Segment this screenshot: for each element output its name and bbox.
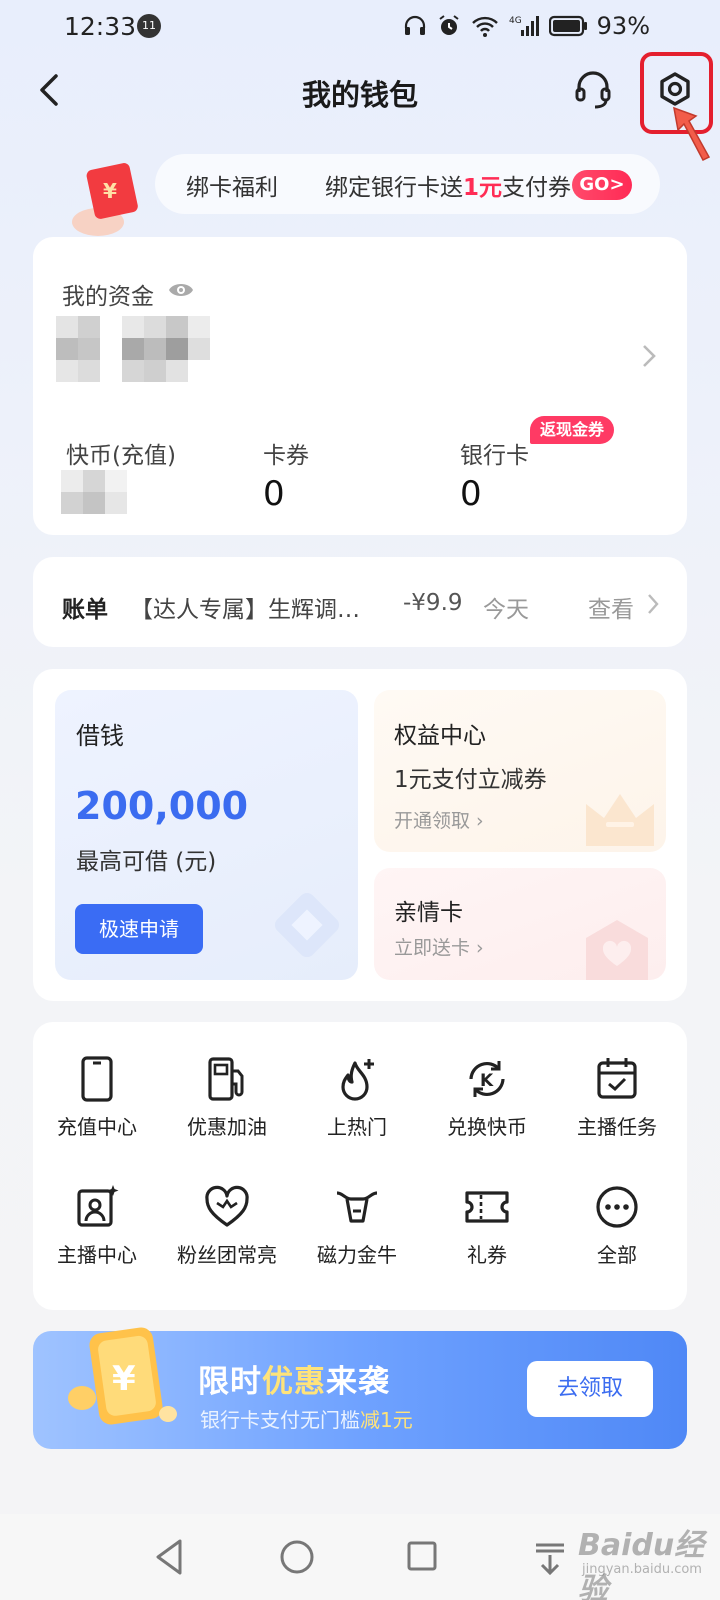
service-all[interactable]: 全部 [552, 1183, 682, 1268]
service-streamer-center[interactable]: 主播中心 [32, 1183, 162, 1268]
family-card-link[interactable]: 立即送卡 › [394, 933, 484, 960]
bank-card-label[interactable]: 银行卡 [460, 436, 529, 470]
loan-title: 借钱 [76, 722, 124, 750]
loan-apply-button[interactable]: 极速申请 [75, 904, 203, 954]
headphones-icon [404, 15, 425, 35]
coupon-label[interactable]: 卡券 [263, 436, 309, 470]
benefit-title: 权益中心 [394, 723, 486, 749]
svg-text:K: K [480, 1071, 494, 1091]
assets-label: 我的资金 [62, 284, 154, 310]
coupon-value: 0 [263, 474, 285, 514]
service-label: 主播任务 [577, 1115, 657, 1139]
bill-description: 【达人专属】生辉调… [130, 597, 360, 623]
service-label: 兑换快币 [447, 1115, 527, 1139]
promo-text-highlight: 1元 [463, 175, 503, 201]
svg-text:¥: ¥ [112, 1359, 136, 1399]
bull-icon [336, 1191, 378, 1223]
service-magnetic-bull[interactable]: 磁力金牛 [292, 1183, 422, 1268]
alarm-icon [439, 15, 459, 35]
system-recents-icon[interactable] [405, 1539, 439, 1573]
bank-card-value: 0 [460, 474, 482, 514]
customer-service-icon[interactable] [572, 68, 614, 112]
banner-title: 限时优惠来袭 [198, 1356, 390, 1401]
streamer-profile-icon [77, 1185, 119, 1227]
gift-heart-decoration-icon [586, 920, 648, 980]
promo-label: 绑卡福利 [186, 175, 278, 201]
watermark-url: jingyan.baidu.com [582, 1562, 702, 1577]
cashback-badge: 返现金券 [530, 416, 615, 444]
service-fan-club[interactable]: 粉丝团常亮 [162, 1183, 292, 1268]
svg-text:¥: ¥ [103, 179, 117, 203]
promo-go-button[interactable]: GO> [572, 170, 632, 200]
coin-exchange-icon: K [469, 1061, 505, 1097]
service-recharge-center[interactable]: 充值中心 [32, 1055, 162, 1140]
banner-title-b: 来袭 [326, 1364, 390, 1400]
flame-plus-icon [341, 1059, 374, 1101]
service-exchange-kuaibi[interactable]: K 兑换快币 [422, 1055, 552, 1140]
banner-subtitle: 银行卡支付无门槛减1元 [200, 1404, 413, 1433]
loan-caption: 最高可借 (元) [76, 849, 217, 875]
benefit-link[interactable]: 开通领取 › [394, 806, 484, 833]
battery-icon [548, 15, 587, 37]
heart-icon [205, 1185, 249, 1227]
family-card-title: 亲情卡 [394, 900, 463, 926]
calendar-check-icon [597, 1058, 637, 1099]
chevron-right-icon[interactable] [640, 342, 658, 370]
system-dropdown-icon[interactable] [530, 1537, 570, 1577]
service-label: 上热门 [327, 1115, 387, 1139]
svg-text:4G: 4G [509, 16, 522, 26]
signal-icon: 4G [509, 16, 539, 36]
wifi-icon [471, 16, 498, 37]
banner-sub-a: 银行卡支付无门槛 [200, 1408, 360, 1432]
kuaibi-amount-masked [61, 470, 127, 514]
status-time: 12:33 [64, 12, 137, 41]
coupon-coin-icon: ¥ [68, 1327, 177, 1425]
battery-percent: 93% [596, 12, 650, 40]
assets-amount-masked [56, 316, 210, 382]
ticket-icon [465, 1191, 509, 1223]
kuaibi-label[interactable]: 快币(充值) [66, 436, 176, 470]
service-trending[interactable]: 上热门 [292, 1055, 422, 1140]
benefit-description: 1元支付立减券 [394, 767, 547, 793]
banner-title-a: 限时 [198, 1364, 262, 1400]
service-gift-coupon[interactable]: 礼券 [422, 1183, 552, 1268]
service-label: 主播中心 [57, 1243, 137, 1267]
pointer-arrow-icon [673, 106, 711, 161]
system-back-icon[interactable] [152, 1537, 186, 1577]
service-streamer-tasks[interactable]: 主播任务 [552, 1055, 682, 1140]
fuel-pump-icon [208, 1057, 244, 1101]
phone-icon [81, 1056, 113, 1102]
promo-text-prefix: 绑定银行卡送 [325, 175, 463, 201]
diamond-decoration-icon [274, 892, 340, 958]
claim-button[interactable]: 去领取 [527, 1361, 653, 1417]
crown-decoration-icon [586, 794, 654, 846]
service-label: 全部 [597, 1243, 637, 1267]
service-label: 粉丝团常亮 [177, 1243, 277, 1267]
eye-icon[interactable] [168, 279, 194, 301]
status-notification-badge: 11 [137, 14, 161, 38]
bill-label: 账单 [62, 597, 108, 623]
bill-view-link[interactable]: 查看 [588, 590, 634, 624]
promo-text: 绑定银行卡送1元支付券 [325, 168, 575, 202]
bill-date: 今天 [483, 597, 529, 623]
more-dots-icon [596, 1186, 638, 1228]
bill-amount: -¥9.9 [403, 590, 463, 616]
red-envelope-icon: ¥ [72, 163, 138, 236]
service-fuel-discount[interactable]: 优惠加油 [162, 1055, 292, 1140]
service-label: 优惠加油 [187, 1115, 267, 1139]
status-right: 4G 93% [403, 12, 650, 40]
service-label: 充值中心 [57, 1115, 137, 1139]
loan-amount: 200,000 [75, 784, 249, 828]
service-label: 礼券 [467, 1243, 507, 1267]
promo-text-suffix: 支付券 [502, 175, 572, 201]
watermark-logo: Baidu经验 [578, 1528, 705, 1600]
service-label: 磁力金牛 [317, 1243, 397, 1267]
banner-sub-highlight: 减1元 [360, 1408, 413, 1432]
system-home-icon[interactable] [277, 1537, 317, 1577]
chevron-right-icon[interactable] [646, 592, 660, 616]
banner-title-highlight: 优惠 [262, 1364, 326, 1400]
